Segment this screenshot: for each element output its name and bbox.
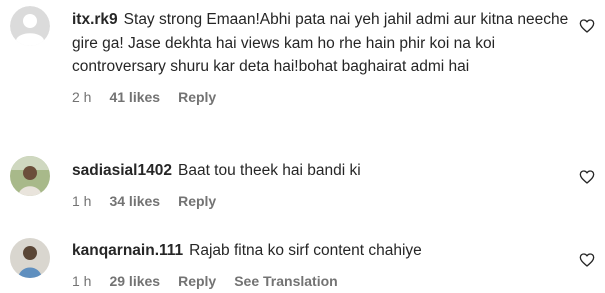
see-translation-button[interactable]: See Translation bbox=[234, 273, 337, 289]
reply-button[interactable]: Reply bbox=[178, 89, 216, 105]
comment-username[interactable]: sadiasial1402 bbox=[72, 162, 172, 179]
comment-likes[interactable]: 34 likes bbox=[109, 193, 160, 209]
comment-text-block: kanqarnain.111 Rajab fitna ko sirf conten… bbox=[72, 239, 572, 263]
comment-time: 2 h bbox=[72, 88, 92, 105]
comment-text: Stay strong Emaan!Abhi pata nai yeh jahi… bbox=[72, 11, 569, 75]
comment-meta: 1 h 34 likes Reply bbox=[72, 193, 572, 209]
comment-username[interactable]: kanqarnain.111 bbox=[72, 242, 183, 259]
comment-likes[interactable]: 41 likes bbox=[109, 89, 160, 105]
comment-text-block: itx.rk9 Stay strong Emaan!Abhi pata nai y… bbox=[72, 8, 572, 79]
comment-username[interactable]: itx.rk9 bbox=[72, 11, 118, 28]
heart-outline-icon[interactable] bbox=[579, 18, 595, 34]
comment-item: sadiasial1402 Baat tou theek hai bandi ki… bbox=[0, 150, 605, 220]
comment-time: 1 h bbox=[72, 192, 92, 209]
comment-item: kanqarnain.111 Rajab fitna ko sirf conten… bbox=[0, 230, 605, 293]
comment-item: itx.rk9 Stay strong Emaan!Abhi pata nai y… bbox=[0, 0, 605, 140]
default-avatar-icon[interactable] bbox=[10, 6, 50, 46]
comment-likes[interactable]: 29 likes bbox=[109, 273, 160, 289]
reply-button[interactable]: Reply bbox=[178, 273, 216, 289]
comment-text: Rajab fitna ko sirf content chahiye bbox=[189, 242, 422, 259]
comment-meta: 2 h 41 likes Reply bbox=[72, 89, 572, 105]
profile-photo-avatar[interactable] bbox=[10, 238, 50, 278]
comment-meta: 1 h 29 likes Reply See Translation bbox=[72, 273, 572, 289]
heart-outline-icon[interactable] bbox=[579, 169, 595, 185]
heart-outline-icon[interactable] bbox=[579, 252, 595, 268]
comment-text-block: sadiasial1402 Baat tou theek hai bandi ki bbox=[72, 159, 572, 183]
profile-photo-avatar[interactable] bbox=[10, 156, 50, 196]
reply-button[interactable]: Reply bbox=[178, 193, 216, 209]
comment-time: 1 h bbox=[72, 272, 92, 289]
comment-text: Baat tou theek hai bandi ki bbox=[177, 162, 361, 179]
